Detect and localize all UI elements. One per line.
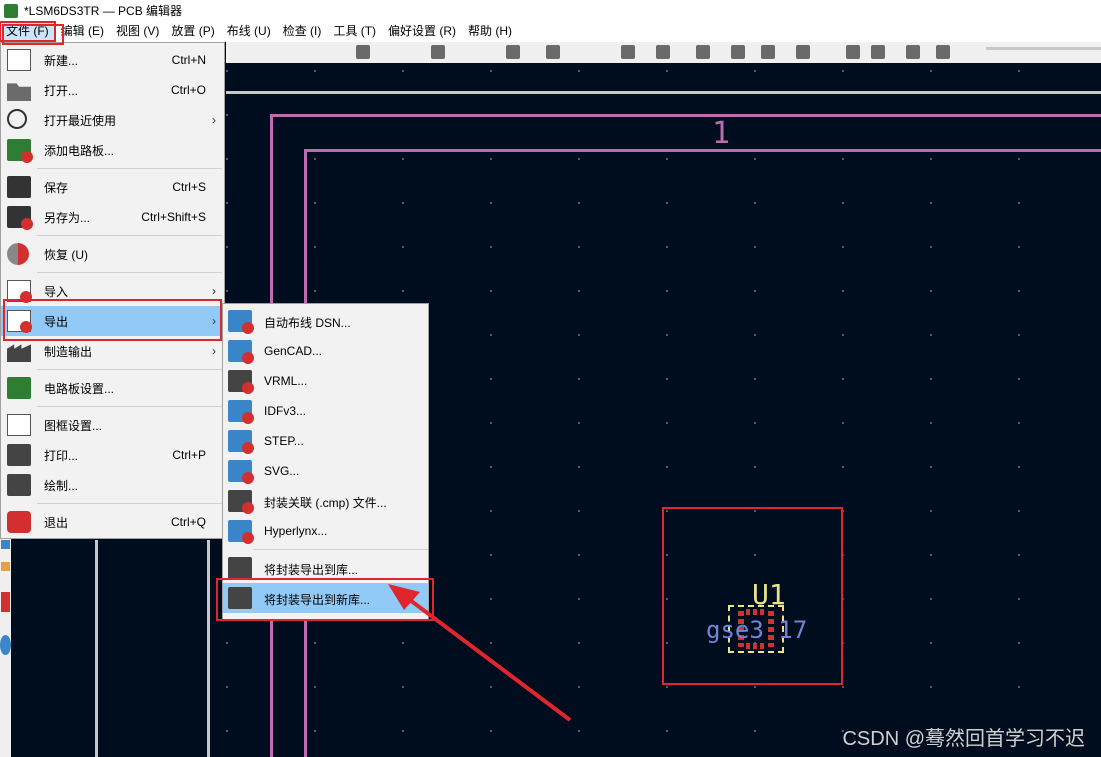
file-menu-item-print[interactable]: 打印... Ctrl+P bbox=[1, 440, 224, 470]
menu-bar: 文件 (F) 编辑 (E) 视图 (V) 放置 (P) 布线 (U) 检查 (I… bbox=[0, 21, 1101, 42]
menu-separator bbox=[37, 369, 222, 370]
measure-icon[interactable] bbox=[1, 592, 10, 612]
export-item-hyperlynx[interactable]: Hyperlynx... bbox=[223, 516, 428, 546]
file-menu-item-plot[interactable]: 绘制... bbox=[1, 470, 224, 500]
add-board-icon bbox=[7, 139, 33, 163]
netlist-icon[interactable] bbox=[906, 45, 920, 59]
zoom-out-icon[interactable] bbox=[431, 45, 445, 59]
clock-icon bbox=[7, 109, 27, 129]
exit-icon bbox=[7, 511, 31, 533]
toolbar-combo[interactable] bbox=[986, 47, 1101, 50]
save-as-icon bbox=[7, 206, 33, 230]
gencad-file-icon bbox=[228, 340, 254, 364]
submenu-arrow-icon: › bbox=[212, 284, 216, 298]
lock-icon[interactable] bbox=[796, 45, 810, 59]
file-menu-item-page-settings[interactable]: 图框设置... bbox=[1, 410, 224, 440]
menu-separator bbox=[37, 503, 222, 504]
align-icon[interactable] bbox=[731, 45, 745, 59]
file-menu-item-revert[interactable]: 恢复 (U) bbox=[1, 239, 224, 269]
footprint-editor-icon[interactable] bbox=[871, 45, 885, 59]
menu-preferences[interactable]: 偏好设置 (R) bbox=[382, 22, 462, 41]
file-menu-item-board-setup[interactable]: 电路板设置... bbox=[1, 373, 224, 403]
save-icon bbox=[7, 176, 31, 198]
menu-separator bbox=[253, 549, 428, 550]
grid-toggle-icon[interactable] bbox=[1, 540, 10, 549]
zoom-fit-icon[interactable] bbox=[506, 45, 520, 59]
menu-view[interactable]: 视图 (V) bbox=[110, 22, 165, 41]
fabrication-icon bbox=[7, 344, 31, 362]
export-item-step[interactable]: STEP... bbox=[223, 426, 428, 456]
annotation-box-export bbox=[3, 299, 222, 341]
file-menu-item-add-board[interactable]: 添加电路板... bbox=[1, 135, 224, 165]
left-toolbar bbox=[0, 530, 11, 757]
print-icon bbox=[7, 444, 31, 466]
rotate-cw-icon[interactable] bbox=[656, 45, 670, 59]
library-export-icon bbox=[228, 557, 252, 579]
new-page-icon bbox=[7, 49, 31, 71]
menu-route[interactable]: 布线 (U) bbox=[221, 22, 277, 41]
export-item-dsn[interactable]: 自动布线 DSN... bbox=[223, 306, 428, 336]
plot-icon bbox=[7, 474, 31, 496]
ratsnest-icon[interactable] bbox=[1, 562, 10, 571]
footprint-reference: U1 bbox=[752, 578, 786, 611]
annotation-arrow-icon bbox=[388, 584, 572, 722]
board-outline-top bbox=[226, 91, 1101, 94]
annotation-box-file-menu bbox=[2, 24, 64, 45]
page-settings-icon bbox=[7, 414, 31, 436]
idf-file-icon bbox=[228, 400, 254, 424]
file-menu-item-save[interactable]: 保存 Ctrl+S bbox=[1, 172, 224, 202]
drc-icon[interactable] bbox=[846, 45, 860, 59]
menu-separator bbox=[37, 406, 222, 407]
export-submenu: 自动布线 DSN... GenCAD... VRML... IDFv3... S… bbox=[222, 303, 429, 621]
board-edge-line bbox=[95, 540, 98, 757]
menu-place[interactable]: 放置 (P) bbox=[165, 22, 220, 41]
cmp-file-icon bbox=[228, 490, 254, 514]
svg-file-icon bbox=[228, 460, 254, 484]
export-item-vrml[interactable]: VRML... bbox=[223, 366, 428, 396]
mirror-icon[interactable] bbox=[696, 45, 710, 59]
export-item-svg[interactable]: SVG... bbox=[223, 456, 428, 486]
highlight-net-icon[interactable] bbox=[0, 635, 11, 655]
file-menu-dropdown: 新建... Ctrl+N 打开... Ctrl+O 打开最近使用 › 添加电路板...… bbox=[0, 42, 225, 539]
folder-icon bbox=[7, 83, 31, 101]
menu-separator bbox=[37, 168, 222, 169]
hyperlynx-file-icon bbox=[228, 520, 254, 544]
board-edge-line bbox=[207, 540, 210, 757]
title-bar: *LSM6DS3TR — PCB 编辑器 bbox=[0, 0, 1101, 21]
top-toolbar bbox=[226, 42, 1101, 63]
kicad-pcb-app-icon bbox=[4, 3, 18, 18]
watermark-text: CSDN @蓦然回首学习不迟 bbox=[842, 728, 1085, 750]
sheet-zone-label: 1 bbox=[712, 116, 731, 151]
menu-help[interactable]: 帮助 (H) bbox=[462, 22, 518, 41]
revert-icon bbox=[7, 243, 29, 265]
file-menu-item-exit[interactable]: 退出 Ctrl+Q bbox=[1, 507, 224, 537]
export-item-idf[interactable]: IDFv3... bbox=[223, 396, 428, 426]
group-icon[interactable] bbox=[761, 45, 775, 59]
file-menu-item-save-as[interactable]: 另存为... Ctrl+Shift+S bbox=[1, 202, 224, 232]
menu-separator bbox=[37, 235, 222, 236]
export-item-cmp[interactable]: 封装关联 (.cmp) 文件... bbox=[223, 486, 428, 516]
vrml-3d-icon bbox=[228, 370, 254, 394]
file-menu-item-new[interactable]: 新建... Ctrl+N bbox=[1, 45, 224, 75]
file-menu-item-open-recent[interactable]: 打开最近使用 › bbox=[1, 105, 224, 135]
scripting-icon[interactable] bbox=[936, 45, 950, 59]
submenu-arrow-icon: › bbox=[212, 113, 216, 127]
menu-separator bbox=[37, 272, 222, 273]
submenu-arrow-icon: › bbox=[212, 344, 216, 358]
file-menu-item-open[interactable]: 打开... Ctrl+O bbox=[1, 75, 224, 105]
board-setup-icon bbox=[7, 377, 31, 399]
footprint-value: gse3 17 bbox=[706, 616, 808, 644]
step-file-icon bbox=[228, 430, 254, 454]
menu-inspect[interactable]: 检查 (I) bbox=[277, 22, 328, 41]
zoom-selection-icon[interactable] bbox=[546, 45, 560, 59]
export-item-gencad[interactable]: GenCAD... bbox=[223, 336, 428, 366]
zoom-in-icon[interactable] bbox=[356, 45, 370, 59]
menu-tools[interactable]: 工具 (T) bbox=[327, 22, 382, 41]
rotate-ccw-icon[interactable] bbox=[621, 45, 635, 59]
window-title: *LSM6DS3TR — PCB 编辑器 bbox=[24, 4, 183, 18]
dsn-file-icon bbox=[228, 310, 254, 334]
